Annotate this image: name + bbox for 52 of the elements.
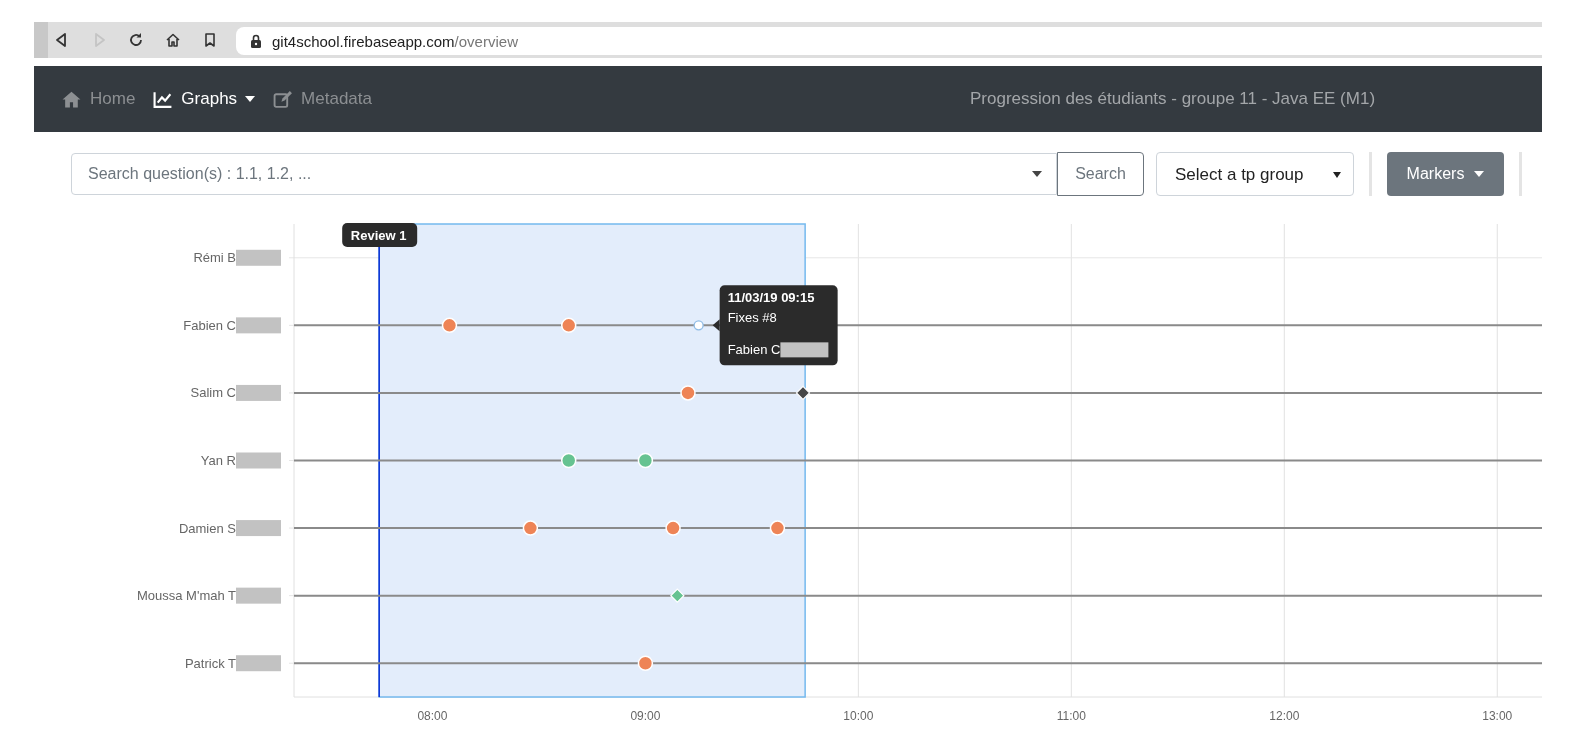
bookmark-icon[interactable] (202, 32, 218, 48)
home-icon[interactable] (165, 32, 181, 48)
student-name: Salim C (190, 385, 236, 401)
tooltip-date: 11/03/19 09:15 (727, 290, 815, 306)
nav-link[interactable]: Home (62, 89, 136, 109)
line-chart-icon (153, 90, 174, 108)
caret-icon (1032, 171, 1042, 177)
toolbar-edge (34, 22, 48, 58)
student-name: Moussa M'mah T (136, 588, 236, 604)
axis-tick-label: 09:00 (630, 709, 661, 723)
search-input[interactable]: Search question(s) : 1.1, 1.2, ... (86, 164, 1032, 184)
edit-icon (273, 90, 294, 108)
diamond-marker[interactable] (670, 588, 685, 603)
axis-tick-label: 11:00 (1056, 709, 1086, 723)
tooltip-author: Fabien C (727, 342, 781, 358)
marker-label: Review 1 (342, 223, 418, 247)
lock-icon (250, 34, 262, 48)
student-name: Yan R (200, 453, 236, 468)
redaction-block (236, 452, 281, 469)
redaction-block (236, 317, 281, 334)
reload-icon[interactable] (128, 32, 144, 48)
redaction-block (236, 655, 281, 672)
student-name: Damien S (178, 520, 236, 536)
nav-link[interactable]: Graphs (153, 89, 256, 109)
student-name: Patrick T (184, 655, 236, 671)
markers-button[interactable]: Markers (1387, 152, 1504, 196)
home-icon (62, 90, 82, 108)
diamond-marker[interactable] (795, 385, 811, 401)
redaction-block (236, 384, 281, 401)
commit-dot[interactable] (693, 320, 704, 331)
search-button[interactable]: Search (1057, 152, 1144, 196)
axis-tick-label: 10:00 (843, 709, 874, 723)
address-bar[interactable]: git4school.firebaseapp.com/overview (236, 27, 1542, 55)
redaction-block (236, 520, 281, 537)
redaction-block (780, 342, 829, 358)
page-title: Progression des étudiants - groupe 11 - Java EE (M1) (970, 89, 1376, 109)
ref-line-label: Review 1 (350, 227, 407, 243)
redaction-block (236, 587, 281, 604)
tooltip-message: Fixes #8 (727, 310, 777, 326)
search-field[interactable]: Search question(s) : 1.1, 1.2, ... (71, 153, 1057, 195)
axis-tick-label: 12:00 (1269, 709, 1300, 723)
caret-icon (1474, 171, 1485, 177)
student-name: Fabien C (183, 317, 236, 333)
caret-icon (1333, 172, 1341, 178)
url-text: git4school.firebaseapp.com/overview (272, 32, 518, 50)
nav-link[interactable]: Metadata (273, 89, 372, 109)
axis-tick-label: 08:00 (417, 709, 448, 723)
tooltip-pointer (712, 319, 720, 332)
axis-tick-label: 13:00 (1482, 709, 1513, 723)
student-name: Rémi B (193, 250, 236, 266)
group-select[interactable]: Select a tp group (1156, 152, 1354, 196)
redaction-block (236, 249, 281, 266)
